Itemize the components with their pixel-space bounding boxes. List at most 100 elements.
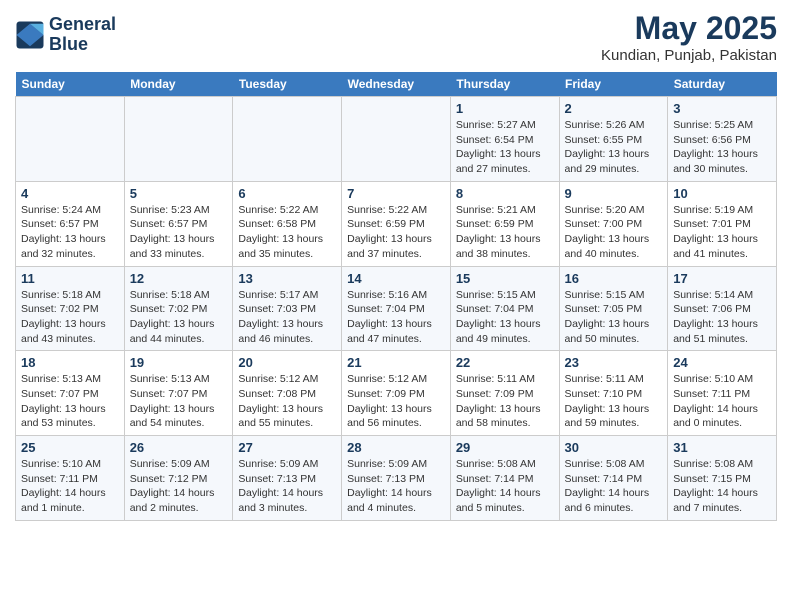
day-cell: 31 Sunrise: 5:08 AM Sunset: 7:15 PM Dayli… <box>668 436 777 521</box>
day-cell: 4 Sunrise: 5:24 AM Sunset: 6:57 PM Daylig… <box>16 181 125 266</box>
day-number: 13 <box>238 271 336 286</box>
day-number: 23 <box>565 355 663 370</box>
week-row-5: 25 Sunrise: 5:10 AM Sunset: 7:11 PM Dayli… <box>16 436 777 521</box>
col-header-thursday: Thursday <box>450 72 559 97</box>
day-cell: 12 Sunrise: 5:18 AM Sunset: 7:02 PM Dayli… <box>124 266 233 351</box>
day-cell: 3Sunrise: 5:25 AM Sunset: 6:56 PM Daylig… <box>668 97 777 182</box>
calendar-header: SundayMondayTuesdayWednesdayThursdayFrid… <box>16 72 777 97</box>
day-info: Sunrise: 5:22 AM Sunset: 6:58 PM Dayligh… <box>238 203 336 262</box>
day-info: Sunrise: 5:11 AM Sunset: 7:09 PM Dayligh… <box>456 372 554 431</box>
day-cell: 10Sunrise: 5:19 AM Sunset: 7:01 PM Dayli… <box>668 181 777 266</box>
day-number: 8 <box>456 186 554 201</box>
day-cell: 23 Sunrise: 5:11 AM Sunset: 7:10 PM Dayli… <box>559 351 668 436</box>
day-info: Sunrise: 5:17 AM Sunset: 7:03 PM Dayligh… <box>238 288 336 347</box>
title-block: May 2025 Kundian, Punjab, Pakistan <box>601 10 777 64</box>
day-number: 24 <box>673 355 771 370</box>
day-info: Sunrise: 5:22 AM Sunset: 6:59 PM Dayligh… <box>347 203 445 262</box>
day-number: 11 <box>21 271 119 286</box>
col-header-saturday: Saturday <box>668 72 777 97</box>
day-number: 25 <box>21 440 119 455</box>
day-cell <box>124 97 233 182</box>
day-cell: 22 Sunrise: 5:11 AM Sunset: 7:09 PM Dayli… <box>450 351 559 436</box>
day-info: Sunrise: 5:13 AM Sunset: 7:07 PM Dayligh… <box>21 372 119 431</box>
day-cell: 30 Sunrise: 5:08 AM Sunset: 7:14 PM Dayli… <box>559 436 668 521</box>
day-cell: 21 Sunrise: 5:12 AM Sunset: 7:09 PM Dayli… <box>342 351 451 436</box>
day-number: 4 <box>21 186 119 201</box>
page-header: General Blue May 2025 Kundian, Punjab, P… <box>15 10 777 64</box>
day-cell: 18 Sunrise: 5:13 AM Sunset: 7:07 PM Dayli… <box>16 351 125 436</box>
day-info: Sunrise: 5:23 AM Sunset: 6:57 PM Dayligh… <box>130 203 228 262</box>
day-info: Sunrise: 5:19 AM Sunset: 7:01 PM Dayligh… <box>673 203 771 262</box>
day-cell: 25 Sunrise: 5:10 AM Sunset: 7:11 PM Dayli… <box>16 436 125 521</box>
day-number: 6 <box>238 186 336 201</box>
week-row-3: 11 Sunrise: 5:18 AM Sunset: 7:02 PM Dayli… <box>16 266 777 351</box>
day-cell: 19Sunrise: 5:13 AM Sunset: 7:07 PM Dayli… <box>124 351 233 436</box>
day-cell: 28 Sunrise: 5:09 AM Sunset: 7:13 PM Dayli… <box>342 436 451 521</box>
day-info: Sunrise: 5:08 AM Sunset: 7:14 PM Dayligh… <box>456 457 554 516</box>
day-number: 12 <box>130 271 228 286</box>
day-number: 1 <box>456 101 554 116</box>
day-cell: 16Sunrise: 5:15 AM Sunset: 7:05 PM Dayli… <box>559 266 668 351</box>
day-number: 28 <box>347 440 445 455</box>
day-info: Sunrise: 5:15 AM Sunset: 7:04 PM Dayligh… <box>456 288 554 347</box>
day-info: Sunrise: 5:09 AM Sunset: 7:13 PM Dayligh… <box>347 457 445 516</box>
day-info: Sunrise: 5:09 AM Sunset: 7:13 PM Dayligh… <box>238 457 336 516</box>
day-info: Sunrise: 5:18 AM Sunset: 7:02 PM Dayligh… <box>21 288 119 347</box>
day-info: Sunrise: 5:18 AM Sunset: 7:02 PM Dayligh… <box>130 288 228 347</box>
day-info: Sunrise: 5:08 AM Sunset: 7:14 PM Dayligh… <box>565 457 663 516</box>
day-info: Sunrise: 5:11 AM Sunset: 7:10 PM Dayligh… <box>565 372 663 431</box>
week-row-4: 18 Sunrise: 5:13 AM Sunset: 7:07 PM Dayli… <box>16 351 777 436</box>
day-info: Sunrise: 5:24 AM Sunset: 6:57 PM Dayligh… <box>21 203 119 262</box>
day-info: Sunrise: 5:12 AM Sunset: 7:09 PM Dayligh… <box>347 372 445 431</box>
day-number: 7 <box>347 186 445 201</box>
day-number: 9 <box>565 186 663 201</box>
day-info: Sunrise: 5:10 AM Sunset: 7:11 PM Dayligh… <box>673 372 771 431</box>
day-number: 30 <box>565 440 663 455</box>
day-number: 2 <box>565 101 663 116</box>
calendar-table: SundayMondayTuesdayWednesdayThursdayFrid… <box>15 72 777 521</box>
day-cell <box>233 97 342 182</box>
day-cell: 1 Sunrise: 5:27 AM Sunset: 6:54 PM Daylig… <box>450 97 559 182</box>
day-cell: 7 Sunrise: 5:22 AM Sunset: 6:59 PM Daylig… <box>342 181 451 266</box>
day-cell: 27 Sunrise: 5:09 AM Sunset: 7:13 PM Dayli… <box>233 436 342 521</box>
day-number: 31 <box>673 440 771 455</box>
day-cell: 6 Sunrise: 5:22 AM Sunset: 6:58 PM Daylig… <box>233 181 342 266</box>
day-number: 26 <box>130 440 228 455</box>
col-header-wednesday: Wednesday <box>342 72 451 97</box>
day-number: 3 <box>673 101 771 116</box>
day-info: Sunrise: 5:09 AM Sunset: 7:12 PM Dayligh… <box>130 457 228 516</box>
logo-icon <box>15 20 45 50</box>
day-number: 19 <box>130 355 228 370</box>
day-cell: 14Sunrise: 5:16 AM Sunset: 7:04 PM Dayli… <box>342 266 451 351</box>
main-title: May 2025 <box>601 10 777 47</box>
day-cell: 26 Sunrise: 5:09 AM Sunset: 7:12 PM Dayli… <box>124 436 233 521</box>
day-cell <box>342 97 451 182</box>
day-cell: 5 Sunrise: 5:23 AM Sunset: 6:57 PM Daylig… <box>124 181 233 266</box>
day-number: 21 <box>347 355 445 370</box>
col-header-tuesday: Tuesday <box>233 72 342 97</box>
day-number: 27 <box>238 440 336 455</box>
day-info: Sunrise: 5:12 AM Sunset: 7:08 PM Dayligh… <box>238 372 336 431</box>
day-info: Sunrise: 5:21 AM Sunset: 6:59 PM Dayligh… <box>456 203 554 262</box>
day-number: 15 <box>456 271 554 286</box>
calendar-body: 1 Sunrise: 5:27 AM Sunset: 6:54 PM Daylig… <box>16 97 777 521</box>
logo-line1: General <box>49 15 116 35</box>
day-info: Sunrise: 5:27 AM Sunset: 6:54 PM Dayligh… <box>456 118 554 177</box>
day-cell: 9Sunrise: 5:20 AM Sunset: 7:00 PM Daylig… <box>559 181 668 266</box>
day-number: 18 <box>21 355 119 370</box>
day-info: Sunrise: 5:08 AM Sunset: 7:15 PM Dayligh… <box>673 457 771 516</box>
day-cell: 20Sunrise: 5:12 AM Sunset: 7:08 PM Dayli… <box>233 351 342 436</box>
day-number: 17 <box>673 271 771 286</box>
day-number: 5 <box>130 186 228 201</box>
logo: General Blue <box>15 15 116 55</box>
day-info: Sunrise: 5:14 AM Sunset: 7:06 PM Dayligh… <box>673 288 771 347</box>
day-info: Sunrise: 5:26 AM Sunset: 6:55 PM Dayligh… <box>565 118 663 177</box>
day-cell: 11 Sunrise: 5:18 AM Sunset: 7:02 PM Dayli… <box>16 266 125 351</box>
day-number: 22 <box>456 355 554 370</box>
day-cell: 13 Sunrise: 5:17 AM Sunset: 7:03 PM Dayli… <box>233 266 342 351</box>
day-info: Sunrise: 5:10 AM Sunset: 7:11 PM Dayligh… <box>21 457 119 516</box>
day-number: 16 <box>565 271 663 286</box>
day-cell <box>16 97 125 182</box>
day-number: 29 <box>456 440 554 455</box>
day-cell: 8 Sunrise: 5:21 AM Sunset: 6:59 PM Daylig… <box>450 181 559 266</box>
